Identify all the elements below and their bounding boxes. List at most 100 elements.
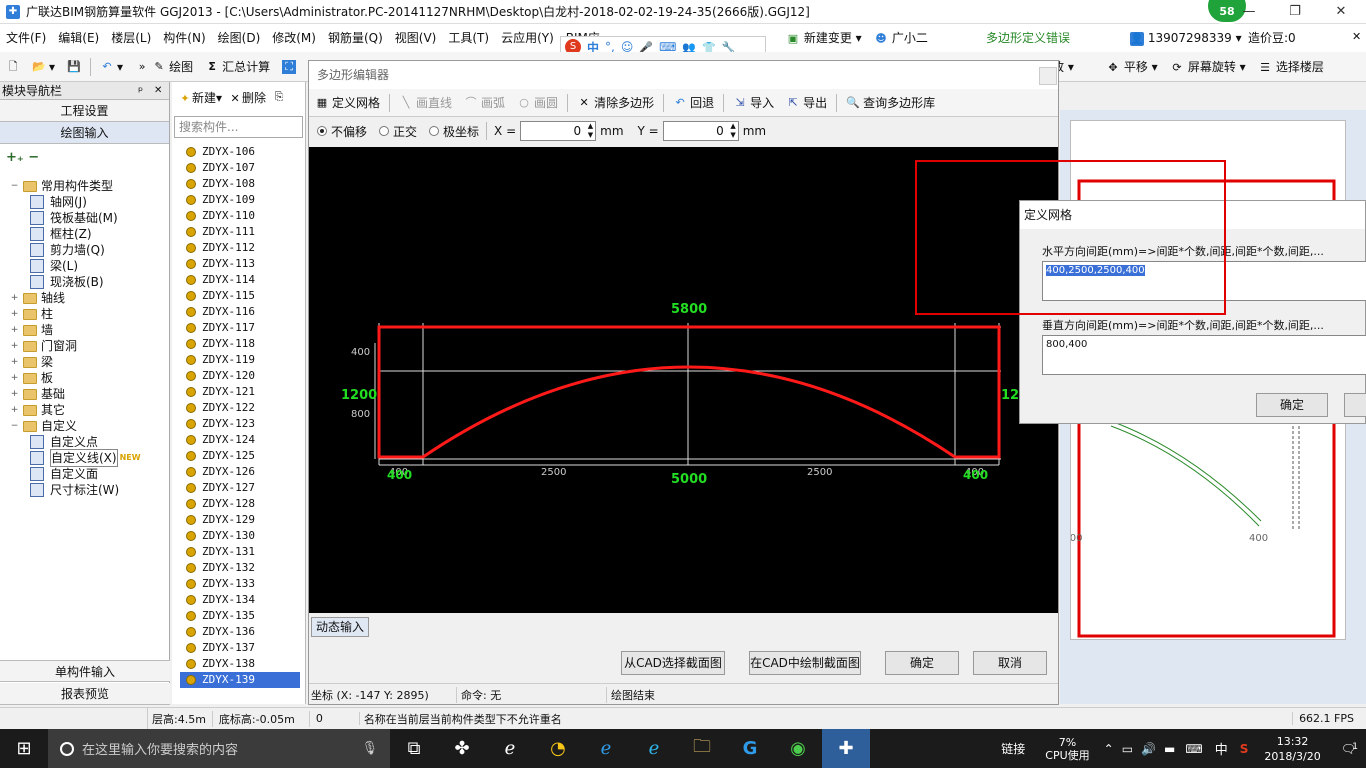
file-explorer-icon[interactable]: 🗀 [678,729,726,768]
spin-arrows-icon[interactable]: ▲ ▼ [730,122,735,140]
sogou-tray-icon[interactable]: S [1234,742,1255,756]
single-component-input-button[interactable]: 单构件输入 [0,660,170,682]
grid-ok-button[interactable]: 确定 [1256,393,1328,417]
pin-icon[interactable]: ᵖ [138,82,143,100]
draw-circle-button[interactable]: ○ 画圆 [511,91,564,115]
microphone-icon[interactable]: 🎙 [361,741,390,756]
tree-node[interactable]: 自定义面 [0,466,169,482]
tree-node[interactable]: 自定义线(X) NEW [0,449,169,467]
new-file-button[interactable]: 🗋 [0,55,26,79]
tree-node[interactable]: 尺寸标注(W) [0,482,169,498]
menu-cloud[interactable]: 云应用(Y) [495,24,560,52]
list-item[interactable]: ZDYX-131 [180,544,300,560]
ime-tray[interactable]: 中 [1209,739,1234,758]
rotate-button[interactable]: ⟳ 屏幕旋转 ▾ [1170,56,1245,78]
close-button[interactable]: ✕ [1318,0,1364,24]
expand-icon[interactable]: + [10,354,19,370]
list-item[interactable]: ZDYX-138 [180,656,300,672]
draw-arc-button[interactable]: ⌒ 画弧 [458,91,511,115]
undo-poly-button[interactable]: ↶ 回退 [667,91,720,115]
assistant-button[interactable]: ☻ 广小二 [874,24,928,52]
draw-button[interactable]: » ✎ 绘图 [129,55,199,79]
y-input[interactable]: 0 ▲ ▼ [662,121,739,141]
ggj-app-icon[interactable]: ✚ [822,729,870,768]
tree-node[interactable]: + 其它 [0,402,169,418]
tree-node[interactable]: 现浇板(B) [0,274,169,290]
list-item[interactable]: ZDYX-128 [180,496,300,512]
list-item[interactable]: ZDYX-139 [180,672,300,688]
polygon-editor-close[interactable] [1039,67,1057,85]
green-app-icon[interactable]: ◉ [774,729,822,768]
menu-file[interactable]: 文件(F) [0,24,52,52]
draw-line-button[interactable]: ╲ 画直线 [393,91,458,115]
list-item[interactable]: ZDYX-106 [180,144,300,160]
chart-button[interactable]: ⛶ [276,55,302,79]
volume-icon[interactable]: 🔊 [1137,742,1160,756]
list-item[interactable]: ZDYX-137 [180,640,300,656]
list-item[interactable]: ZDYX-125 [180,448,300,464]
tree-node[interactable]: 筏板基础(M) [0,210,169,226]
list-item[interactable]: ZDYX-124 [180,432,300,448]
select-from-cad-button[interactable]: 从CAD选择截面图 [621,651,725,675]
sum-button[interactable]: Σ 汇总计算 [199,55,276,79]
tree-node[interactable]: + 板 [0,370,169,386]
task-view-icon[interactable]: ⧉ [390,729,438,768]
x-input[interactable]: 0 ▲ ▼ [520,121,597,141]
list-item[interactable]: ZDYX-123 [180,416,300,432]
list-item[interactable]: ZDYX-119 [180,352,300,368]
expand-icon[interactable]: + [10,338,19,354]
glodon-g-icon[interactable]: G [726,729,774,768]
v-spacing-input[interactable]: 800,400 [1042,335,1366,375]
list-item[interactable]: ZDYX-136 [180,624,300,640]
report-preview-button[interactable]: 报表预览 [0,683,170,705]
tree-node[interactable]: + 柱 [0,306,169,322]
pan-button[interactable]: ✥ 平移 ▾ [1106,56,1157,78]
list-item[interactable]: ZDYX-112 [180,240,300,256]
dynamic-input-toggle[interactable]: 动态输入 [311,617,370,637]
list-item[interactable]: ZDYX-108 [180,176,300,192]
expand-icon[interactable]: + [10,402,19,418]
list-item[interactable]: ZDYX-135 [180,608,300,624]
taskbar-search-input[interactable]: 在这里输入你要搜索的内容 🎙 [48,729,390,768]
fan-app-icon[interactable]: ✤ [438,729,486,768]
tree-node[interactable]: 自定义点 [0,434,169,450]
ie-edge-icon[interactable]: ℯ [486,729,534,768]
delete-component-button[interactable]: ✕ 删除 [228,89,266,106]
menu-edit[interactable]: 编辑(E) [52,24,105,52]
grid-cancel-button[interactable] [1344,393,1366,417]
project-settings-button[interactable]: 工程设置 [0,100,169,122]
list-item[interactable]: ZDYX-118 [180,336,300,352]
polygon-ok-button[interactable]: 确定 [885,651,959,675]
tree-node[interactable]: 梁(L) [0,258,169,274]
maximize-button[interactable]: ❐ [1272,0,1318,24]
clock[interactable]: 13:32 2018/3/20 [1254,734,1330,764]
expand-icon[interactable]: + [10,386,19,402]
draw-in-cad-button[interactable]: 在CAD中绘制截面图 [749,651,861,675]
menu-tools[interactable]: 工具(T) [442,24,495,52]
keyboard-tray-icon[interactable]: ⌨ [1179,742,1208,756]
menu-component[interactable]: 构件(N) [157,24,211,52]
new-change-button[interactable]: ▣ 新建变更 ▾ [786,24,862,52]
expand-all-icon[interactable]: +₊ [6,150,24,165]
tree-node[interactable]: + 基础 [0,386,169,402]
list-item[interactable]: ZDYX-132 [180,560,300,576]
menu-floor[interactable]: 楼层(L) [105,24,157,52]
network-icon[interactable]: ▭ [1118,742,1137,756]
list-item[interactable]: ZDYX-117 [180,320,300,336]
tree-node[interactable]: − 常用构件类型 [0,178,169,194]
define-grid-button[interactable]: ▦ 定义网格 [309,91,386,115]
list-item[interactable]: ZDYX-129 [180,512,300,528]
menu-rebar[interactable]: 钢筋量(Q) [322,24,389,52]
menu-view[interactable]: 视图(V) [389,24,443,52]
query-library-button[interactable]: 🔍 查询多边形库 [840,91,941,115]
new-component-button[interactable]: ✦ 新建▾ [178,89,222,106]
tree-node[interactable]: + 墙 [0,322,169,338]
list-item[interactable]: ZDYX-109 [180,192,300,208]
drawing-input-button[interactable]: 绘图输入 [0,122,169,144]
tree-node[interactable]: + 梁 [0,354,169,370]
account-button[interactable]: 👤 13907298339 ▾ [1130,24,1242,52]
windows-start-icon[interactable]: ⊞ [0,729,48,768]
tree-node[interactable]: 轴网(J) [0,194,169,210]
list-item[interactable]: ZDYX-126 [180,464,300,480]
collapse-icon[interactable]: − [10,418,19,434]
